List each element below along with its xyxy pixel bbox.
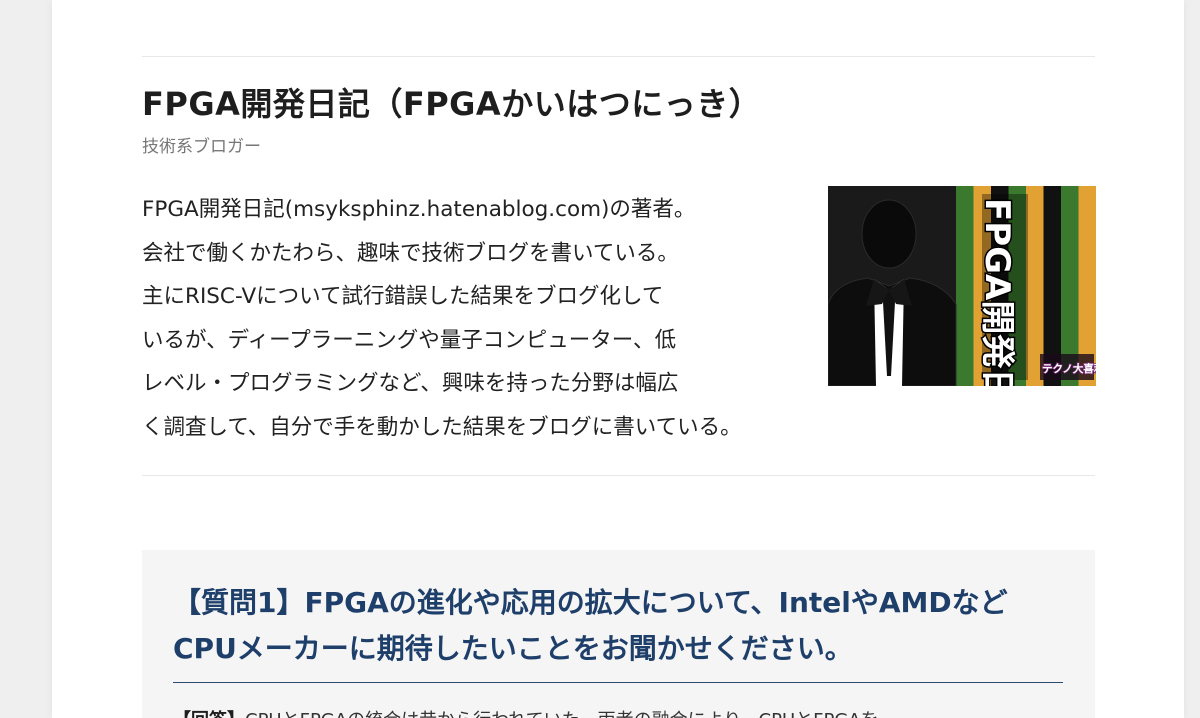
- section-divider: [142, 475, 1095, 476]
- section-divider-top: [142, 56, 1095, 57]
- author-bio: FPGA開発日記(msyksphinz.hatenablog.com)の著者。 …: [142, 188, 862, 449]
- avatar-title-block: FPGA開発日記: [976, 194, 1028, 386]
- avatar-badge: テクノ大喜利: [1042, 362, 1096, 375]
- author-bio-line: 主にRISC-Vについて試行錯誤した結果をブログ化して: [142, 284, 664, 309]
- author-bio-line: いるが、ディープラーニングや量子コンピューター、低: [142, 327, 677, 353]
- author-bio-line: 会社で働くかたわら、趣味で技術ブログを書いている。: [142, 240, 679, 266]
- article-page: FPGA開発日記（FPGAかいはつにっき） 技術系ブロガー FPGA開発日記(m…: [52, 0, 1184, 718]
- author-role: 技術系ブロガー: [142, 137, 261, 157]
- author-avatar: FPGA開発日記 テクノ大喜利: [828, 186, 1096, 386]
- author-bio-line: く調査して、自分で手を動かした結果をブログに書いている。: [142, 414, 742, 440]
- question-line: CPUメーカーに期待したいことをお聞かせください。: [173, 632, 853, 665]
- avatar-stripe: [956, 186, 974, 386]
- qa-box: 【質問1】FPGAの進化や応用の拡大について、IntelやAMDなど CPUメー…: [142, 550, 1095, 718]
- question-underline: [173, 682, 1063, 683]
- author-name: FPGA開発日記（FPGAかいはつにっき）: [142, 85, 762, 123]
- question-heading: 【質問1】FPGAの進化や応用の拡大について、IntelやAMDなど CPUメー…: [173, 580, 1063, 672]
- author-bio-line: レベル・プログラミングなど、興味を持った分野は幅広: [142, 371, 679, 396]
- answer-text: 【回答】CPUとFPGAの統合は昔から行われていた。両者の融合により、CPUとF…: [173, 706, 1063, 718]
- author-bio-line: FPGA開発日記(msyksphinz.hatenablog.com)の著者。: [142, 197, 696, 222]
- question-line: 【質問1】FPGAの進化や応用の拡大について、IntelやAMDなど: [173, 586, 1008, 619]
- avatar-vertical-title: FPGA開発日記: [977, 198, 1017, 386]
- answer-body: CPUとFPGAの統合は昔から行われていた。両者の融合により、CPUとFPGAを: [245, 710, 879, 718]
- answer-label: 【回答】: [173, 710, 245, 718]
